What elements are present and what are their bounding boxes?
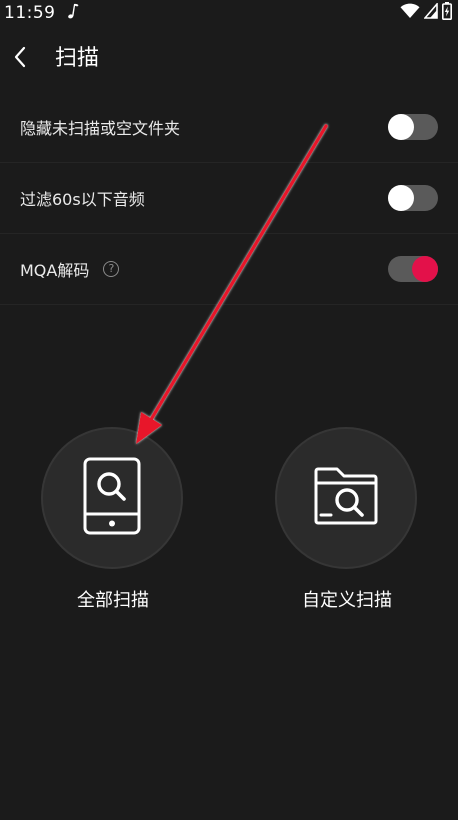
- setting-hide-unscanned-folders[interactable]: 隐藏未扫描或空文件夹: [0, 92, 458, 163]
- setting-mqa-decode[interactable]: MQA解码 ?: [0, 234, 458, 305]
- folder-search-icon: [313, 466, 379, 530]
- help-icon[interactable]: ?: [103, 261, 120, 277]
- scan-all-circle[interactable]: [41, 427, 183, 569]
- signal-icon: [423, 1, 438, 23]
- phone-search-icon: [82, 456, 142, 540]
- battery-icon: [442, 2, 452, 24]
- status-bar: 11:59: [0, 0, 458, 26]
- toggle-knob: [388, 114, 414, 140]
- back-button[interactable]: [6, 44, 34, 74]
- chevron-left-icon: [13, 46, 27, 72]
- scan-settings-screen: 11:59 扫描 隐藏未扫描或空文件夹 过滤60s以下音频 MQA解码 ? 全部…: [0, 0, 458, 820]
- filter-short-audio-toggle[interactable]: [388, 185, 438, 211]
- hide-unscanned-folders-toggle[interactable]: [388, 114, 438, 140]
- custom-scan-circle[interactable]: [275, 427, 417, 569]
- scan-all-button[interactable]: 全部扫描: [41, 427, 185, 612]
- page-title: 扫描: [55, 46, 100, 71]
- toggle-knob: [412, 256, 438, 282]
- setting-filter-short-audio[interactable]: 过滤60s以下音频: [0, 163, 458, 234]
- toggle-knob: [388, 185, 414, 211]
- setting-label: 隐藏未扫描或空文件夹: [20, 119, 181, 138]
- music-note-icon: [66, 2, 80, 22]
- setting-label: 过滤60s以下音频: [20, 190, 145, 209]
- app-bar: 扫描: [0, 26, 458, 92]
- setting-label: MQA解码: [20, 261, 90, 280]
- wifi-icon: [400, 3, 420, 23]
- status-time: 11:59: [4, 3, 56, 23]
- status-icons: [400, 1, 452, 24]
- settings-list: 隐藏未扫描或空文件夹 过滤60s以下音频 MQA解码 ?: [0, 92, 458, 305]
- custom-scan-button[interactable]: 自定义扫描: [275, 427, 419, 612]
- custom-scan-label: 自定义扫描: [302, 590, 392, 611]
- scan-all-label: 全部扫描: [77, 590, 149, 611]
- mqa-decode-toggle[interactable]: [388, 256, 438, 282]
